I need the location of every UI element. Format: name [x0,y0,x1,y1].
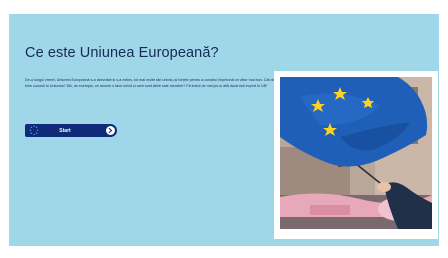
page: Ce este Uniunea Europeană? De-a lungul v… [0,0,448,258]
page-title: Ce este Uniunea Europeană? [25,45,219,61]
eu-flag-photo [280,77,432,229]
arrow-right-icon [106,126,115,135]
start-button-label: Start [59,127,71,134]
intro-description: De-a lungul vremii, Uniunea Europeană s-… [25,78,275,89]
start-button[interactable]: Start [25,124,117,137]
photo-frame [274,71,438,239]
